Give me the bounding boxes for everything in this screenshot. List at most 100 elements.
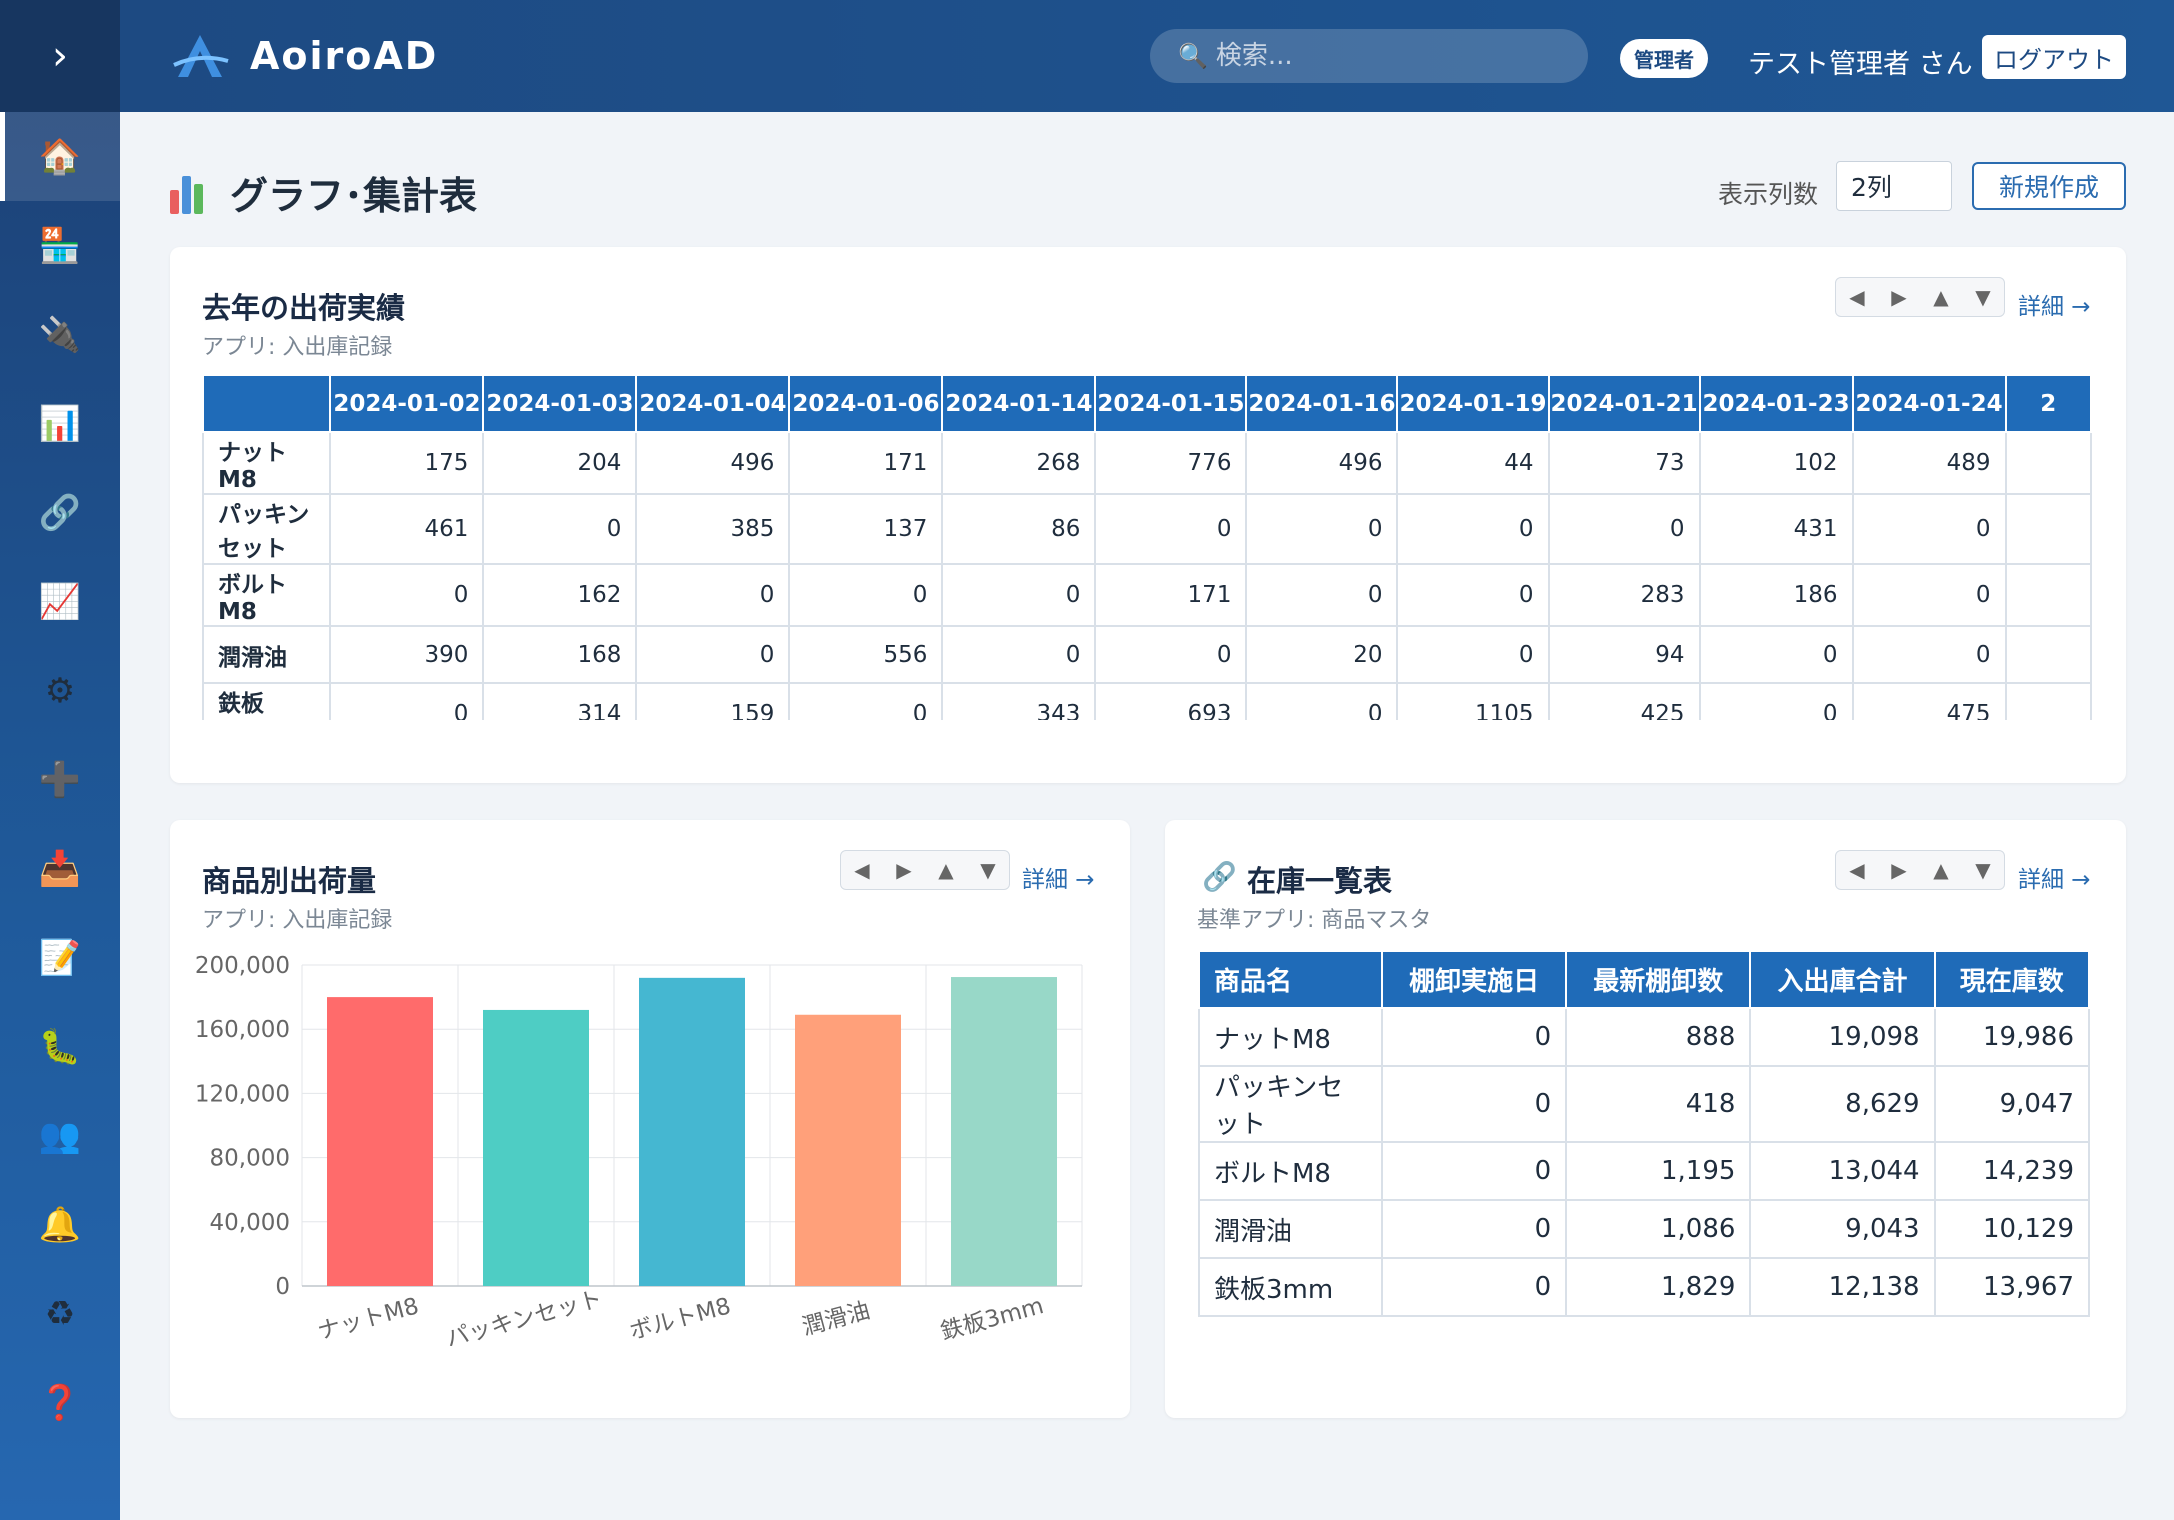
table-cell: 159	[635, 682, 791, 720]
move-down-button[interactable]: ▼	[1962, 851, 2004, 889]
table-cell: 475	[1851, 682, 2007, 720]
sidebar-item-trend-chart[interactable]: 📈	[0, 557, 120, 646]
sidebar-item-memo[interactable]: 📝	[0, 913, 120, 1002]
column-header: 2024-01-21	[1547, 374, 1701, 433]
shipments-table-wrap[interactable]: 2024-01-02 2024-01-03 2024-01-04 2024-01-06…	[202, 374, 2092, 720]
new-create-button[interactable]: 新規作成	[1972, 162, 2126, 210]
table-cell: 44	[1396, 431, 1550, 495]
table-cell: 0	[1094, 493, 1248, 565]
sidebar-toggle-button[interactable]: ›	[0, 0, 120, 112]
sidebar-item-bar-chart[interactable]: 📊	[0, 379, 120, 468]
table-row: パッキンセット 0 418 8,629 9,047	[1197, 1065, 2091, 1143]
table-cell: 13,967	[1933, 1257, 2091, 1317]
sidebar-item-store[interactable]: 🏪	[0, 201, 120, 290]
table-cell: 0	[1381, 1065, 1568, 1143]
table-cell: 431	[1698, 493, 1854, 565]
table-cell: 268	[941, 431, 1097, 495]
table-cell: 314	[482, 682, 638, 720]
move-right-button[interactable]: ▶	[1878, 851, 1920, 889]
table-cell: 0	[1381, 1257, 1568, 1317]
table-cell: 162	[482, 563, 638, 627]
table-cell: 385	[635, 493, 791, 565]
table-cell: 0	[788, 563, 944, 627]
sidebar: › 🏠 🏪 🔌 📊 🔗 📈 ⚙ ➕ 📥 📝 🐛 👥 🔔 ♻ ❓	[0, 0, 120, 1520]
table-cell: 168	[482, 625, 638, 684]
table-row: 潤滑油 0 1,086 9,043 10,129	[1197, 1199, 2091, 1259]
column-header: 2024-01-24	[1851, 374, 2007, 433]
row-header: 潤滑油	[202, 625, 332, 684]
page-title: グラフ･集計表	[230, 174, 478, 218]
table-cell: 0	[1245, 493, 1399, 565]
column-header: 最新棚卸数	[1565, 950, 1752, 1009]
move-down-button[interactable]: ▼	[1962, 278, 2004, 316]
sidebar-item-help[interactable]: ❓	[0, 1358, 120, 1447]
table-cell: 418	[1565, 1065, 1752, 1143]
move-up-button[interactable]: ▲	[1920, 278, 1962, 316]
sidebar-item-link[interactable]: 🔗	[0, 468, 120, 557]
table-cell: 283	[1547, 563, 1701, 627]
x-tick-label: パッキンセット	[443, 1286, 605, 1353]
sidebar-item-bell[interactable]: 🔔	[0, 1180, 120, 1269]
row-header: 鉄板3mm	[1197, 1257, 1384, 1317]
move-up-button[interactable]: ▲	[1920, 851, 1962, 889]
table-cell: 171	[1094, 563, 1248, 627]
search-box[interactable]: 🔍	[1150, 29, 1588, 83]
table-cell: 390	[329, 625, 485, 684]
plug-icon: 🔌	[38, 314, 82, 355]
panel-title: 去年の出荷実績	[202, 291, 406, 325]
bar	[951, 977, 1057, 1286]
sidebar-item-plug[interactable]: 🔌	[0, 290, 120, 379]
row-header: ボルトM8	[202, 563, 332, 627]
store-icon: 🏪	[38, 225, 82, 266]
column-header: 入出庫合計	[1749, 950, 1936, 1009]
logout-button[interactable]: ログアウト	[1982, 35, 2126, 79]
table-cell: 425	[1547, 682, 1701, 720]
table-cell: 0	[1698, 682, 1854, 720]
table-cell: 102	[1698, 431, 1854, 495]
sidebar-item-home[interactable]: 🏠	[0, 112, 120, 201]
recycle-icon: ♻	[44, 1293, 76, 1334]
table-cell	[2004, 431, 2092, 495]
sidebar-item-recycle[interactable]: ♻	[0, 1269, 120, 1358]
y-tick-label: 80,000	[210, 1146, 290, 1172]
columns-select[interactable]: 2列	[1836, 161, 1952, 211]
search-input[interactable]	[1215, 41, 1576, 71]
sidebar-item-users[interactable]: 👥	[0, 1091, 120, 1180]
worm-icon: 🐛	[38, 1026, 82, 1067]
table-cell: 14,239	[1933, 1141, 2091, 1201]
column-header: 2024-01-15	[1094, 374, 1248, 433]
table-cell: 19,986	[1933, 1007, 2091, 1067]
row-header: 潤滑油	[1197, 1199, 1384, 1259]
gear-icon: ⚙	[44, 670, 76, 711]
column-header: 現在庫数	[1933, 950, 2091, 1009]
column-header: 2024-01-14	[941, 374, 1097, 433]
table-cell: 73	[1547, 431, 1701, 495]
table-row: 鉄板3mm03141590343693011054250475	[202, 682, 2092, 720]
table-cell: 20	[1245, 625, 1399, 684]
sidebar-item-worm[interactable]: 🐛	[0, 1002, 120, 1091]
column-header: 2024-01-02	[329, 374, 485, 433]
table-cell: 496	[1245, 431, 1399, 495]
table-cell: 0	[1851, 493, 2007, 565]
trend-chart-icon: 📈	[38, 581, 82, 622]
table-cell: 0	[1381, 1007, 1568, 1067]
table-row: ナットM8 0 888 19,098 19,986	[1197, 1007, 2091, 1067]
app-name: AoiroAD	[250, 34, 439, 78]
move-right-button[interactable]: ▶	[1878, 278, 1920, 316]
detail-link[interactable]: 詳細 →	[2018, 287, 2091, 321]
help-icon: ❓	[38, 1382, 82, 1423]
column-header: 2024-01-04	[635, 374, 791, 433]
sidebar-item-inbox[interactable]: 📥	[0, 824, 120, 913]
table-cell	[2004, 563, 2092, 627]
x-tick-label: ナットM8	[315, 1293, 422, 1345]
sidebar-item-plus[interactable]: ➕	[0, 735, 120, 824]
column-header: 2024-01-19	[1396, 374, 1550, 433]
move-left-button[interactable]: ◀	[1836, 278, 1878, 316]
sidebar-item-gear[interactable]: ⚙	[0, 646, 120, 735]
table-row: ボルトM8 0 1,195 13,044 14,239	[1197, 1141, 2091, 1201]
move-left-button[interactable]: ◀	[1836, 851, 1878, 889]
panel-title: 在庫一覧表	[1247, 864, 1393, 898]
column-header: 棚卸実施日	[1381, 950, 1568, 1009]
detail-link[interactable]: 詳細 →	[2018, 860, 2091, 894]
app-logo[interactable]: AoiroAD	[170, 31, 438, 81]
